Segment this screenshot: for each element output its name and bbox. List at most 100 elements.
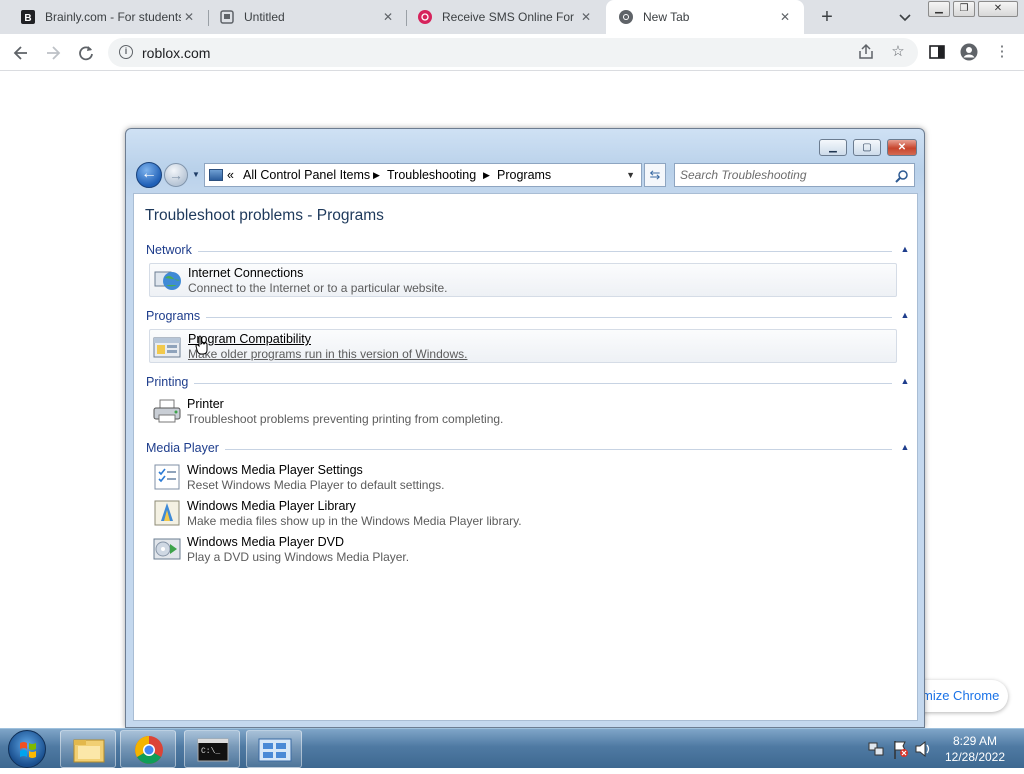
folder-icon (73, 739, 105, 763)
back-arrow-icon[interactable]: ← (136, 162, 162, 188)
cp-minimize-button[interactable]: ▁ (819, 139, 847, 156)
wmp-dvd-icon (152, 535, 182, 563)
program-compatibility-icon (153, 332, 183, 360)
close-tab-icon[interactable]: ✕ (182, 10, 196, 24)
collapse-chevron-icon[interactable]: ▲ (898, 440, 912, 454)
group-label: Network (146, 243, 198, 257)
group-divider (146, 383, 892, 384)
breadcrumb-item[interactable]: Programs (497, 164, 551, 186)
troubleshooter-wmp-settings[interactable]: Windows Media Player Settings Reset Wind… (149, 461, 897, 495)
close-tab-icon[interactable]: ✕ (579, 10, 593, 24)
taskbar-file-explorer[interactable] (60, 730, 116, 768)
internet-connections-icon (153, 266, 183, 294)
share-icon[interactable] (857, 43, 875, 61)
chrome-menu-icon[interactable]: ⋮ (993, 43, 1011, 61)
printer-icon (152, 397, 182, 425)
minimize-window-button[interactable]: ▁ (928, 1, 950, 17)
recent-pages-chevron-icon[interactable]: ▼ (192, 170, 202, 180)
close-tab-icon[interactable]: ✕ (778, 10, 792, 24)
system-clock[interactable]: 8:29 AM 12/28/2022 (940, 733, 1010, 765)
tab-title: Brainly.com - For students (45, 10, 181, 24)
address-dropdown-icon[interactable]: ▼ (626, 164, 635, 186)
breadcrumb-arrow-icon[interactable]: ▶ (373, 164, 380, 186)
back-arrow-icon[interactable] (11, 43, 31, 63)
sms-icon (417, 9, 433, 25)
bookmark-star-icon[interactable]: ☆ (889, 43, 907, 61)
tab-brainly[interactable]: B Brainly.com - For students ✕ (0, 0, 208, 34)
page-title: Troubleshoot problems - Programs (145, 207, 384, 224)
windows-logo-icon (20, 742, 36, 758)
troubleshooter-printer[interactable]: Printer Troubleshoot problems preventing… (149, 395, 897, 429)
group-header-media-player[interactable]: Media Player ▲ (146, 441, 912, 457)
tab-title: New Tab (643, 10, 690, 24)
search-placeholder: Search Troubleshooting (680, 168, 807, 182)
forward-arrow-icon[interactable]: → (164, 163, 188, 187)
item-description: Connect to the Internet or to a particul… (188, 281, 448, 295)
cp-close-button[interactable]: ✕ (887, 139, 917, 156)
wmp-library-icon (152, 499, 182, 527)
chrome-icon (618, 9, 634, 25)
control-panel-window: ▁ ▢ ✕ ← → ▼ « All Control Panel Items ▶ … (125, 128, 925, 728)
svg-text:B: B (24, 13, 31, 24)
cp-maximize-button[interactable]: ▢ (853, 139, 881, 156)
item-title: Internet Connections (188, 266, 304, 280)
tab-title: Receive SMS Online For (442, 10, 575, 24)
clock-date: 12/28/2022 (944, 750, 1006, 764)
breadcrumb-overflow[interactable]: « (227, 164, 234, 186)
group-header-programs[interactable]: Programs ▲ (146, 309, 912, 325)
search-input[interactable]: Search Troubleshooting (674, 163, 915, 187)
windows-taskbar: C:\_ 8:29 AM 12/28/2022 (0, 728, 1024, 768)
group-header-network[interactable]: Network ▲ (146, 243, 912, 259)
side-panel-icon[interactable] (928, 43, 946, 61)
tab-search-chevron-icon[interactable] (897, 9, 913, 25)
forward-arrow-icon[interactable] (43, 43, 63, 63)
breadcrumb-item[interactable]: Troubleshooting (387, 164, 476, 186)
action-center-flag-icon[interactable] (890, 729, 910, 769)
restore-window-button[interactable]: ❐ (953, 1, 975, 17)
breadcrumb[interactable]: « All Control Panel Items ▶ Troubleshoot… (204, 163, 642, 187)
taskbar-command-prompt[interactable]: C:\_ (184, 730, 240, 768)
tab-receive-sms[interactable]: Receive SMS Online For ✕ (397, 0, 605, 34)
volume-icon[interactable] (913, 729, 933, 769)
group-label: Media Player (146, 441, 225, 455)
collapse-chevron-icon[interactable]: ▲ (898, 308, 912, 322)
site-info-icon[interactable]: i (119, 45, 133, 59)
item-description: Play a DVD using Windows Media Player. (187, 550, 410, 564)
tab-title: Untitled (244, 10, 285, 24)
breadcrumb-arrow-icon[interactable]: ▶ (483, 164, 490, 186)
wmp-settings-icon (152, 463, 182, 491)
refresh-icon[interactable]: ⇆ (644, 163, 666, 187)
profile-avatar-icon[interactable] (960, 43, 978, 61)
control-panel-icon (258, 738, 292, 762)
item-title: Windows Media Player Settings (187, 463, 363, 477)
reload-icon[interactable] (76, 43, 96, 63)
group-header-printing[interactable]: Printing ▲ (146, 375, 912, 391)
collapse-chevron-icon[interactable]: ▲ (898, 242, 912, 256)
item-title: Windows Media Player Library (187, 499, 356, 513)
start-button[interactable] (8, 730, 46, 768)
taskbar-control-panel[interactable] (246, 730, 302, 768)
breadcrumb-item[interactable]: All Control Panel Items (243, 164, 370, 186)
search-icon[interactable] (895, 168, 909, 183)
item-description: Make media files show up in the Windows … (187, 514, 522, 528)
taskbar-chrome[interactable] (120, 730, 176, 768)
url-text: roblox.com (142, 45, 211, 61)
item-description: Troubleshoot problems preventing printin… (187, 412, 504, 426)
new-tab-plus-icon[interactable]: + (817, 7, 837, 27)
address-bar[interactable]: i roblox.com (108, 38, 918, 67)
group-divider (146, 251, 892, 252)
close-window-button[interactable]: ✕ (978, 1, 1018, 17)
group-divider (146, 449, 892, 450)
tab-new-tab[interactable]: New Tab ✕ (606, 0, 804, 34)
collapse-chevron-icon[interactable]: ▲ (898, 374, 912, 388)
clock-time: 8:29 AM (952, 734, 998, 748)
network-tray-icon[interactable] (866, 729, 886, 769)
troubleshooter-wmp-dvd[interactable]: Windows Media Player DVD Play a DVD usin… (149, 533, 897, 567)
troubleshooter-internet-connections[interactable]: Internet Connections Connect to the Inte… (149, 263, 897, 297)
troubleshooter-wmp-library[interactable]: Windows Media Player Library Make media … (149, 497, 897, 531)
group-label: Programs (146, 309, 207, 323)
tab-untitled[interactable]: Untitled ✕ (199, 0, 407, 34)
close-tab-icon[interactable]: ✕ (381, 10, 395, 24)
content-pane: Troubleshoot problems - Programs Network… (133, 193, 918, 721)
troubleshooter-program-compatibility[interactable]: Program Compatibility Make older program… (149, 329, 897, 363)
